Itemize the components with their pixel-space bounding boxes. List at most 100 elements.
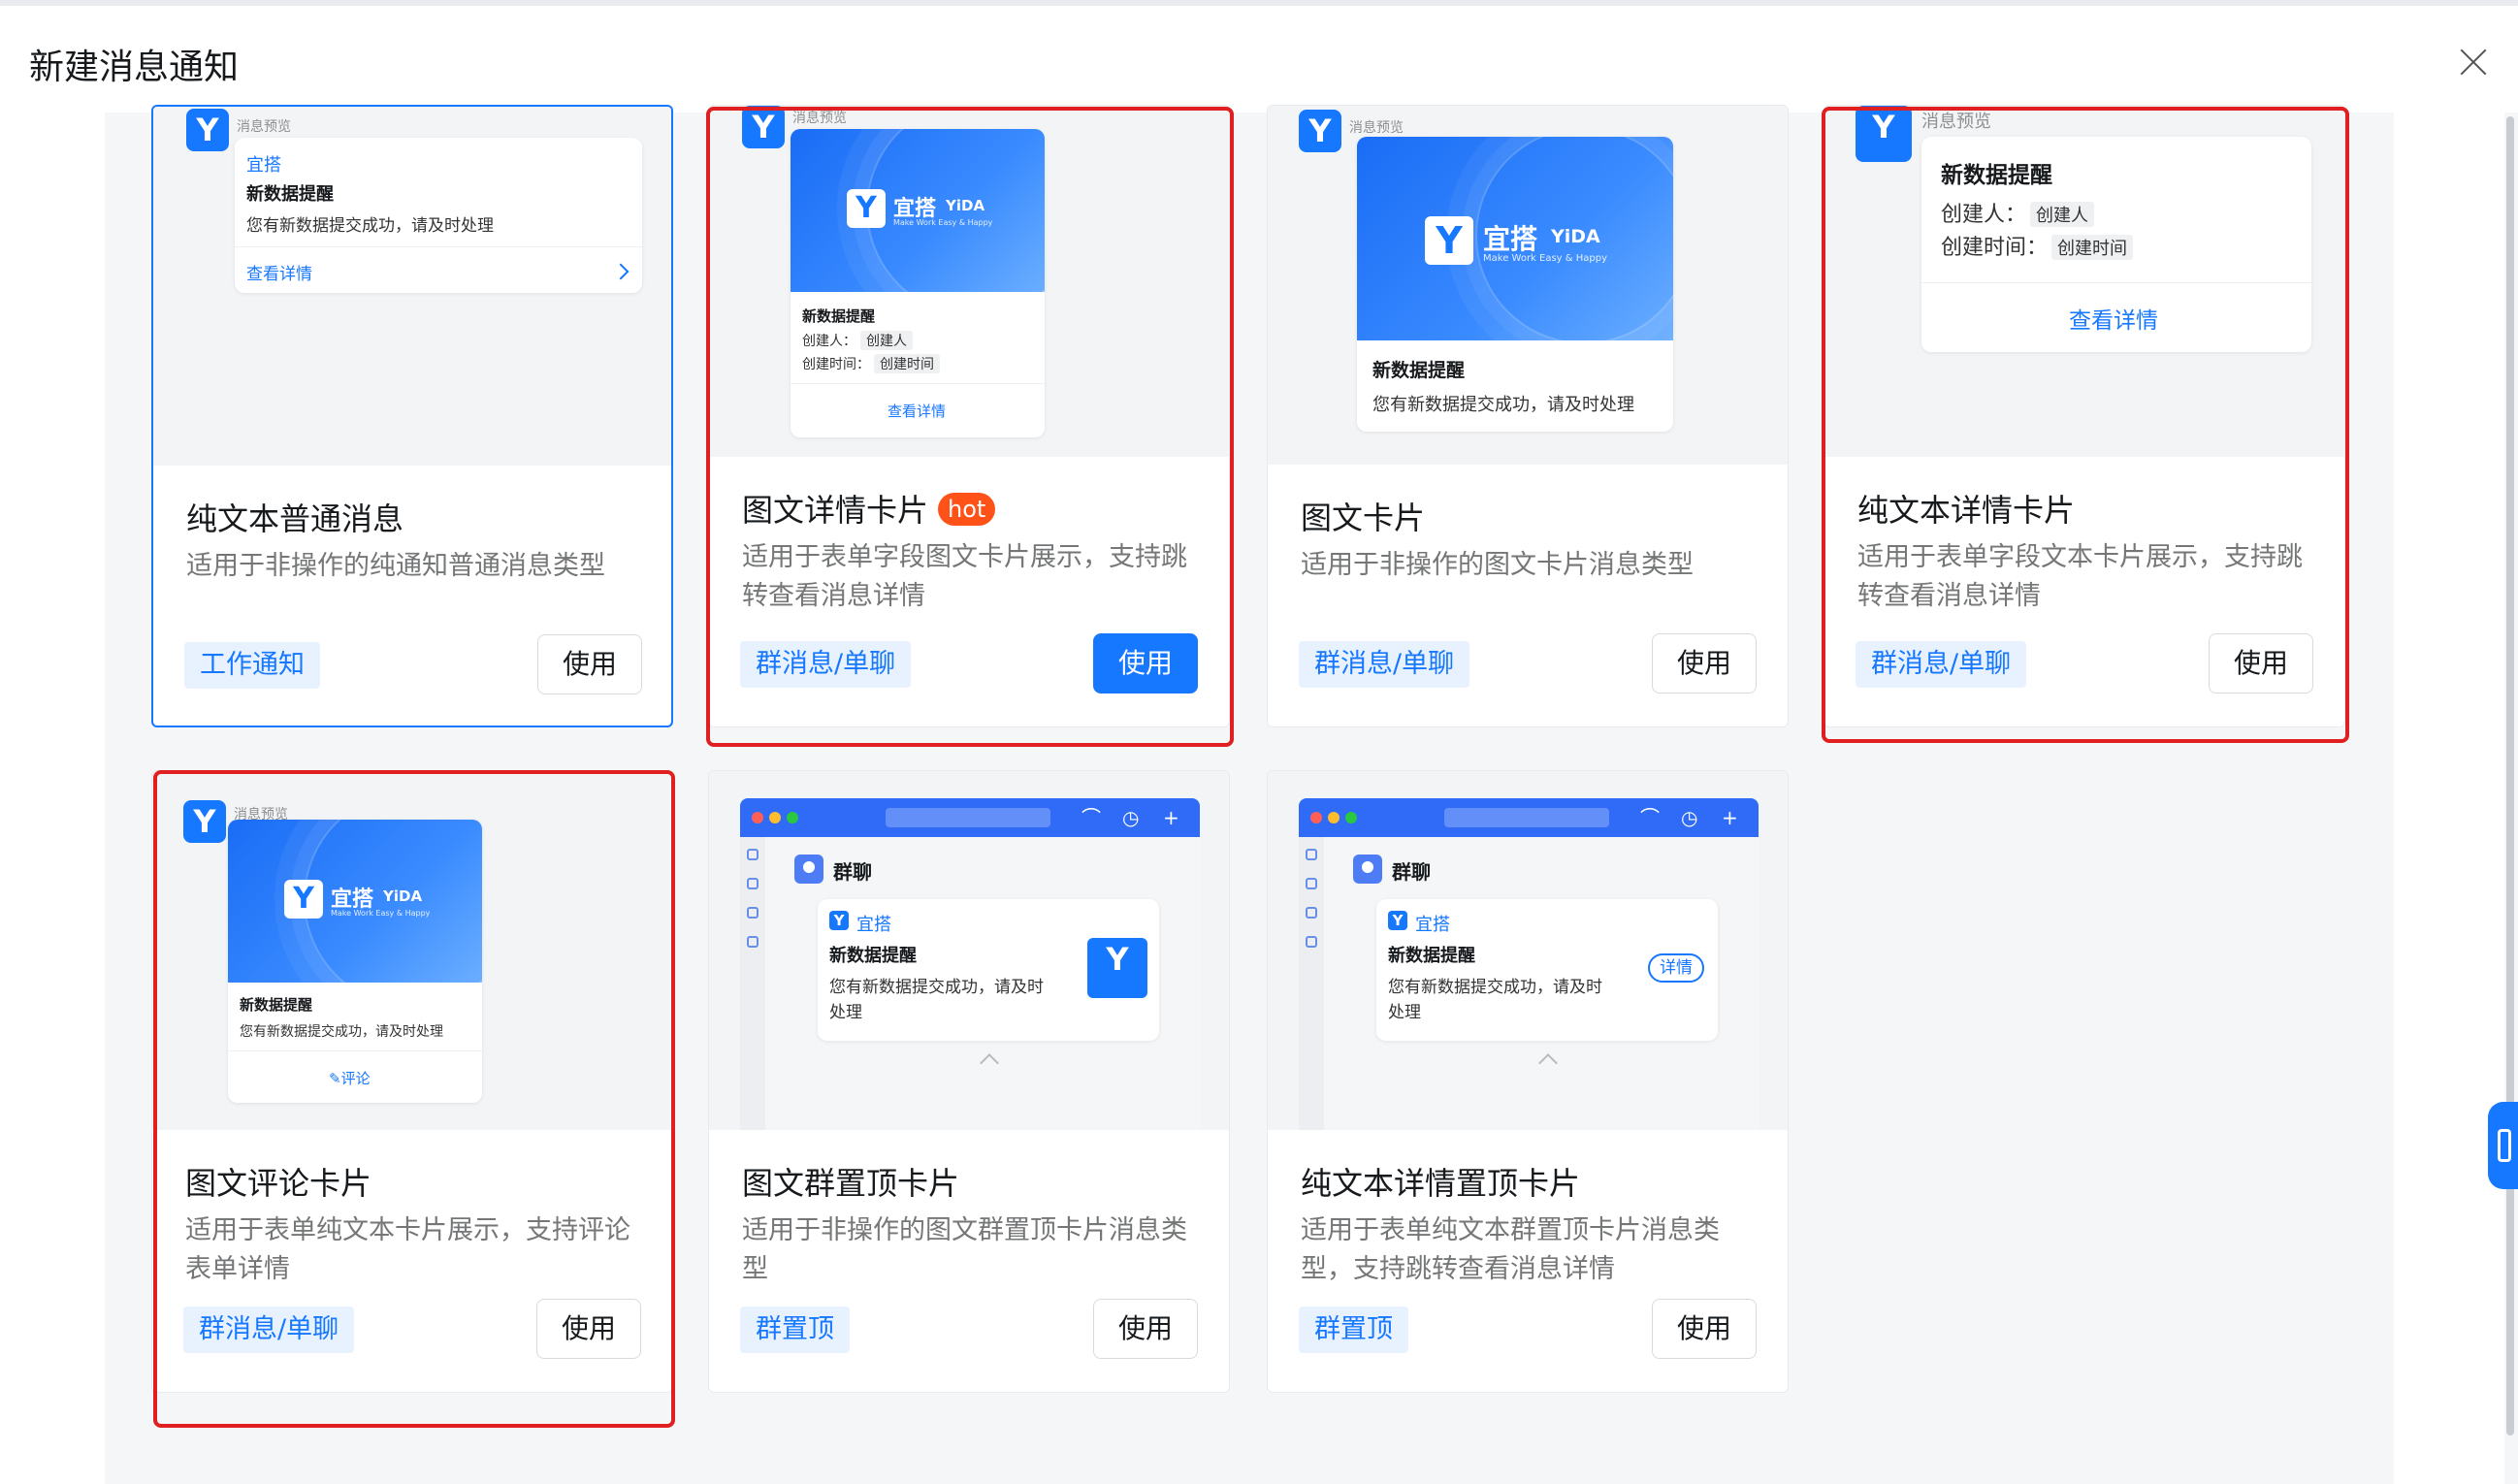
card-title: 图文详情卡片 hot [742,486,996,531]
preview-divider [235,246,642,247]
card-tag: 群消息/单聊 [1856,641,2027,688]
plus-icon: + [1722,806,1738,829]
use-button[interactable]: 使用 [1652,633,1757,694]
scrollbar-thumb[interactable] [2506,116,2514,1436]
yida-logo-icon [186,109,229,151]
yida-logo-icon: Y [1388,911,1407,930]
headset-icon: ⌒ [1640,806,1660,829]
brand-en: YiDA [383,887,423,905]
card-desc: 适用于表单纯文本群置顶卡片消息类型，支持跳转查看消息详情 [1301,1215,1720,1284]
search-icon [1444,808,1609,827]
preview-heading: 新数据提醒 [1388,946,1475,966]
preview-banner: Y 宜搭 YiDA Make Work Easy & Happy [1357,137,1673,340]
card-plain-text-message[interactable]: 消息预览 宜搭 新数据提醒 您有新数据提交成功，请及时处理 查看详情 纯文本普通… [151,105,673,727]
card-preview: 消息预览 Y 宜搭 YiDA Make Work Easy & Happy 新数… [152,771,672,1130]
preview-label: 消息预览 [792,111,847,126]
use-button[interactable]: 使用 [2209,633,2313,694]
apps-icon [1306,907,1317,919]
card-preview: 消息预览 新数据提醒 创建人：创建人 创建时间：创建时间 查看详情 [1824,106,2344,457]
yida-logo-icon: Y [847,189,886,228]
preview-banner: Y 宜搭 YiDA Make Work Easy & Happy [228,820,482,983]
preview-divider [1921,282,2311,283]
card-title: 纯文本详情卡片 [1857,492,2076,529]
preview-link: 查看详情 [888,403,947,420]
preview-app-name: 宜搭 [856,915,891,935]
apps-icon [747,907,759,919]
close-icon[interactable] [2454,43,2493,81]
chevron-up-icon [1538,1053,1558,1073]
feedback-button[interactable] [2488,1102,2518,1189]
use-button[interactable]: 使用 [536,1299,641,1359]
preview-heading: 新数据提醒 [240,996,313,1014]
card-image-text-detail[interactable]: 消息预览 Y 宜搭 YiDA Make Work Easy & Happy 新数… [708,105,1230,727]
card-tag: 群置顶 [1299,1307,1408,1353]
card-tag: 群消息/单聊 [183,1307,355,1353]
preview-field-creator: 创建人： 创建人 [1941,197,2095,228]
preview-heading: 新数据提醒 [802,307,876,325]
chevron-up-icon [980,1053,999,1073]
preview-label: 消息预览 [1349,120,1404,136]
use-button[interactable]: 使用 [1093,1299,1198,1359]
preview-link: 查看详情 [246,265,312,284]
card-image-text[interactable]: 消息预览 Y 宜搭 YiDA Make Work Easy & Happy 新数… [1267,105,1789,727]
card-tag: 群消息/单聊 [740,641,912,688]
preview-label: 消息预览 [237,119,291,135]
group-icon [794,855,823,884]
preview-heading: 新数据提醒 [1941,163,2052,188]
contacts-icon [1306,936,1317,948]
yida-logo-icon [1299,110,1341,152]
plus-icon: + [1163,806,1179,829]
card-tag: 群置顶 [740,1307,850,1353]
preview-message: 新数据提醒 创建人： 创建人 创建时间： 创建时间 查看详情 [1921,137,2311,352]
card-plain-text-detail[interactable]: 消息预览 新数据提醒 创建人：创建人 创建时间：创建时间 查看详情 纯文本详情卡… [1824,105,2345,727]
preview-message: Y 宜搭 YiDA Make Work Easy & Happy 新数据提醒 创… [791,129,1045,437]
search-icon [886,808,1050,827]
use-button[interactable]: 使用 [537,634,642,694]
app-window: ⌒ ◷ + 群聊 Y 宜搭 新数据提醒 您有新数据提交成功，请及时 [1299,798,1759,1130]
preview-field-created-time: 创建时间： 创建时间 [1941,230,2134,261]
preview-body: 您有新数据提交成功，请及时处理 [240,1024,443,1040]
card-preview: ⌒ ◷ + 群聊 Y 宜搭 新数据提醒 您有新数据提交成功，请及时 [1268,771,1788,1130]
card-preview: 消息预览 宜搭 新数据提醒 您有新数据提交成功，请及时处理 查看详情 [153,107,671,466]
app-sidebar [740,837,765,1130]
brand-slogan: Make Work Easy & Happy [1483,253,1608,264]
pinned-card: Y 宜搭 新数据提醒 您有新数据提交成功，请及时 处理 [818,899,1159,1041]
card-preview: ⌒ ◷ + 群聊 Y 宜搭 新数据提醒 您有新数据提交成功，请及时 [709,771,1229,1130]
card-desc: 适用于非操作的纯通知普通消息类型 [186,551,605,581]
card-plain-text-detail-pin[interactable]: ⌒ ◷ + 群聊 Y 宜搭 新数据提醒 您有新数据提交成功，请及时 处理 详情 … [1267,770,1789,1393]
brand-en: YiDA [946,197,985,214]
preview-heading: 新数据提醒 [1372,360,1466,381]
preview-heading: 新数据提醒 [246,184,334,205]
brand-name: 宜搭 [1483,223,1538,255]
yida-logo-icon: Y [829,911,849,930]
detail-button: 详情 [1648,953,1704,983]
preview-body-wrap: 处理 [829,1003,862,1022]
card-tag: 工作通知 [184,642,320,689]
card-desc: 适用于表单字段文本卡片展示，支持跳转查看消息详情 [1857,542,2303,611]
group-name: 群聊 [833,860,872,884]
preview-banner: Y 宜搭 YiDA Make Work Easy & Happy [791,129,1045,292]
preview-link: 查看详情 [2069,308,2158,334]
yida-logo-icon [742,106,785,148]
hot-badge: hot [938,493,996,526]
card-title: 纯文本普通消息 [186,500,404,537]
use-button[interactable]: 使用 [1652,1299,1757,1359]
yida-logo-icon [183,800,226,843]
card-image-text-comment[interactable]: 消息预览 Y 宜搭 YiDA Make Work Easy & Happy 新数… [151,770,673,1393]
card-title: 图文群置顶卡片 [742,1165,960,1202]
preview-body: 您有新数据提交成功，请及时处理 [246,216,494,236]
dialog-header: 新建消息通知 [0,6,2518,113]
doc-icon [1306,878,1317,889]
card-image-text-group-pin[interactable]: ⌒ ◷ + 群聊 Y 宜搭 新数据提醒 您有新数据提交成功，请及时 处理 Y 图… [708,770,1230,1393]
group-icon [1353,855,1382,884]
group-name: 群聊 [1392,860,1431,884]
yida-logo-icon: Y [1425,216,1473,265]
preview-body-wrap: 处理 [1388,1003,1421,1022]
app-titlebar: ⌒ ◷ + [1299,798,1759,837]
preview-label: 消息预览 [1921,112,1991,132]
card-title: 纯文本详情置顶卡片 [1301,1165,1581,1202]
preview-app-name: 宜搭 [1415,915,1450,935]
use-button[interactable]: 使用 [1093,633,1198,694]
card-desc: 适用于非操作的图文群置顶卡片消息类型 [742,1215,1187,1284]
card-preview: 消息预览 Y 宜搭 YiDA Make Work Easy & Happy 新数… [709,106,1229,457]
